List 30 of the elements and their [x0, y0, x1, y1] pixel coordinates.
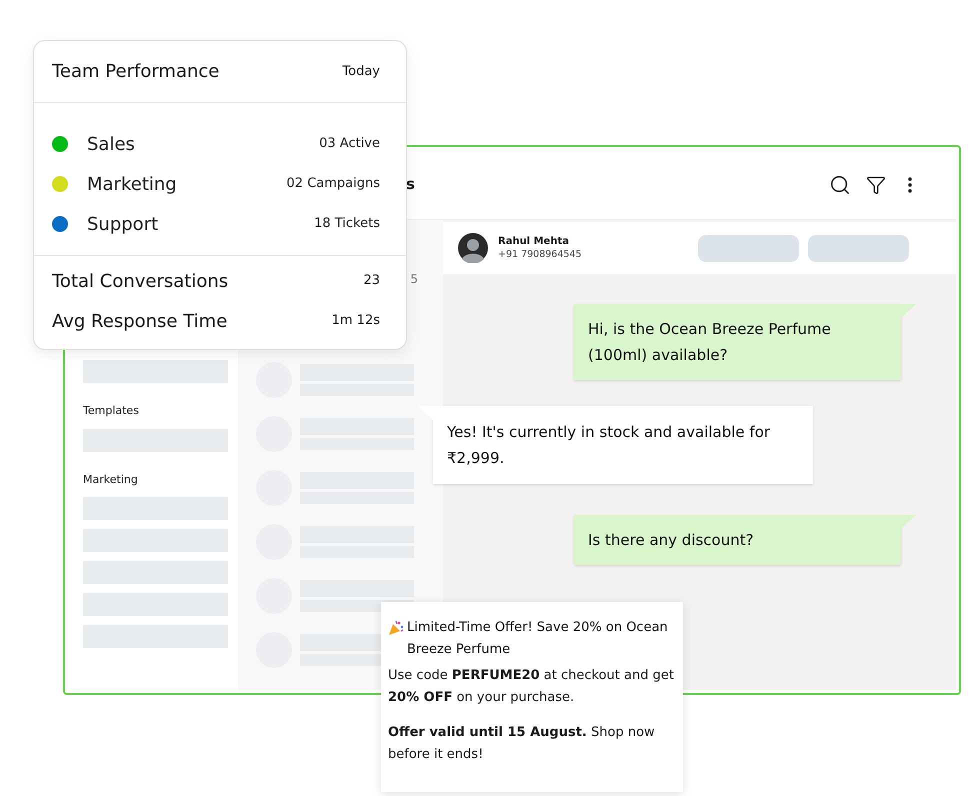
- promo-text: Use code PERFUME20 at checkout and get 20% OFF on your purchase.: [388, 667, 675, 707]
- team-count: 18 Tickets: [314, 215, 380, 234]
- stat-label: Avg Response Time: [52, 310, 228, 334]
- team-name: Marketing: [87, 172, 177, 196]
- list-text: 5: [410, 271, 418, 288]
- outgoing-message: Is there any discount?: [574, 515, 901, 565]
- search-icon[interactable]: [829, 174, 851, 196]
- filter-icon[interactable]: [866, 174, 886, 194]
- stat-label: Total Conversations: [52, 270, 228, 294]
- contact-name: Rahul Mehta: [498, 235, 570, 248]
- team-count: 03 Active: [319, 135, 380, 154]
- bubble-tail: [901, 304, 916, 318]
- team-name: Support: [87, 212, 158, 236]
- stat-value: 1m 12s: [332, 312, 380, 330]
- period-label: Today: [342, 62, 380, 81]
- sidebar-label[interactable]: Marketing: [83, 472, 228, 488]
- stat-value: 23: [363, 272, 380, 290]
- bubble-tail: [901, 515, 916, 529]
- promo-title: Limited-Time Offer! Save 20% on Ocean Breeze Perfume: [407, 619, 669, 659]
- avatar: [458, 233, 488, 263]
- incoming-message: Yes! It's currently in stock and available for ₹2,999.: [433, 406, 813, 484]
- party-popper-icon: [388, 620, 404, 636]
- promo-text: Offer valid until 15 August. Shop now before it ends!: [388, 724, 656, 764]
- team-name: Sales: [87, 132, 135, 156]
- sidebar-label[interactable]: Templates: [83, 403, 228, 420]
- card-title: Team Performance: [52, 60, 220, 84]
- team-count: 02 Campaigns: [286, 175, 380, 194]
- contact-phone: +91 7908964545: [498, 248, 582, 261]
- header-title: s: [406, 174, 415, 196]
- outgoing-message: Hi, is the Ocean Breeze Perfume (100ml) available?: [574, 304, 901, 380]
